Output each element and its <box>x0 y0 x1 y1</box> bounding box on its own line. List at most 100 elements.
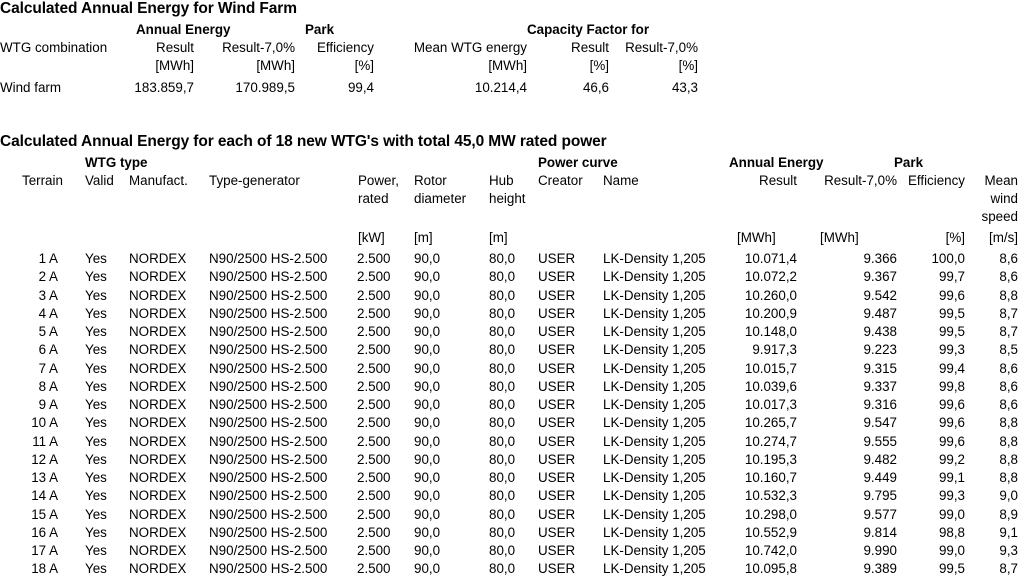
cell-power-rated: 2.500 <box>357 451 391 467</box>
cell-hub-height: 80,0 <box>489 415 516 431</box>
cell-park-efficiency: 99,6 <box>938 415 965 431</box>
cell-annual-energy-result: 10.039,6 <box>744 378 797 394</box>
column-unit-park-efficiency: [%] <box>945 230 965 245</box>
cell-name: LK-Density 1,205 <box>603 506 706 522</box>
cell-annual-energy-result-minus-7: 9.438 <box>863 324 897 339</box>
cell-annual-energy-result-minus-7: 9.542 <box>863 287 897 303</box>
cell-park-efficiency: 99,6 <box>938 433 965 449</box>
cell-manufact: NORDEX <box>129 251 187 266</box>
cell-manufact: NORDEX <box>129 269 187 285</box>
cell-park-efficiency: 99,8 <box>938 378 965 394</box>
cell-manufact: NORDEX <box>129 305 187 321</box>
cell-power-rated: 2.500 <box>357 269 391 285</box>
column-unit-mean-wind-speed: [m/s] <box>988 230 1018 245</box>
cell-manufact: NORDEX <box>129 342 187 358</box>
column-header-mean-wind-speed-line2: wind <box>990 191 1018 206</box>
cell-creator: USER <box>538 397 576 412</box>
table-row: 8 A Yes NORDEX N90/2500 HS-2.500 2.500 90,0 80… <box>0 379 1024 397</box>
column-header-manufact: Manufact. <box>129 173 188 188</box>
cell-park-efficiency: 100,0 <box>931 251 965 266</box>
cell-rotor-diameter: 90,0 <box>414 451 441 467</box>
cell-manufact: NORDEX <box>129 524 187 540</box>
cell-terrain: 8 A <box>38 378 58 394</box>
column-header-park-efficiency: Efficiency <box>907 173 965 188</box>
cell-park-efficiency: 98,8 <box>938 524 965 540</box>
column-header-name: Name <box>603 173 639 188</box>
cell-manufact: NORDEX <box>129 415 187 431</box>
cell-mean-wind-speed: 8,6 <box>999 251 1018 266</box>
cell-type-generator: N90/2500 HS-2.500 <box>209 543 328 558</box>
cell-power-rated: 2.500 <box>357 561 391 577</box>
cell-annual-energy-result-minus-7: 9.487 <box>863 305 897 321</box>
cell-valid: Yes <box>85 251 107 266</box>
column-header-rotor-diameter: Rotor <box>414 173 447 188</box>
cell-manufact: NORDEX <box>129 451 187 467</box>
cell-type-generator: N90/2500 HS-2.500 <box>209 506 328 522</box>
table-row: 5 A Yes NORDEX N90/2500 HS-2.500 2.500 90,0 80… <box>0 324 1024 342</box>
table-row: 18 A Yes NORDEX N90/2500 HS-2.500 2.500 90,0 8… <box>0 561 1024 579</box>
cell-hub-height: 80,0 <box>489 451 516 467</box>
cell-hub-height: 80,0 <box>489 360 516 376</box>
cell-park-efficiency: 99,7 <box>938 269 965 285</box>
column-header-annual-energy-result-minus-7: Result-7,0% <box>824 173 897 188</box>
cell-terrain: 2 A <box>38 269 58 285</box>
cell-park-efficiency: 99,1 <box>938 470 965 485</box>
cell-annual-energy-result: 10.072,2 <box>744 269 797 285</box>
cell-annual-energy-result: 10.742,0 <box>744 543 797 558</box>
group-header-power-curve: Power curve <box>538 155 618 170</box>
cell-annual-energy-result-minus-7: 9.337 <box>863 378 897 394</box>
cell-creator: USER <box>538 415 576 431</box>
cell-hub-height: 80,0 <box>489 342 516 358</box>
column-header-hub-height-line2: height <box>489 191 526 206</box>
cell-hub-height: 80,0 <box>489 488 516 504</box>
table-row: 16 A Yes NORDEX N90/2500 HS-2.500 2.500 90,0 8… <box>0 525 1024 543</box>
cell-rotor-diameter: 90,0 <box>414 561 441 577</box>
cell-annual-energy-result: 10.095,8 <box>744 561 797 577</box>
cell-hub-height: 80,0 <box>489 543 516 558</box>
cell-rotor-diameter: 90,0 <box>414 397 441 412</box>
cell-hub-height: 80,0 <box>489 470 516 485</box>
cell-annual-energy-result: 10.552,9 <box>744 524 797 540</box>
table-row: 2 A Yes NORDEX N90/2500 HS-2.500 2.500 90,0 80… <box>0 269 1024 287</box>
cell-creator: USER <box>538 524 576 540</box>
table-row: 14 A Yes NORDEX N90/2500 HS-2.500 2.500 90,0 8… <box>0 488 1024 506</box>
cell-valid: Yes <box>85 470 107 485</box>
cell-type-generator: N90/2500 HS-2.500 <box>209 433 328 449</box>
cell-rotor-diameter: 90,0 <box>414 324 441 339</box>
cell-creator: USER <box>538 488 576 504</box>
cell-type-generator: N90/2500 HS-2.500 <box>209 470 328 485</box>
cell-type-generator: N90/2500 HS-2.500 <box>209 324 328 339</box>
cell-mean-wind-speed: 8,6 <box>999 378 1018 394</box>
cell-manufact: NORDEX <box>129 506 187 522</box>
cell-mean-wind-speed: 8,8 <box>999 433 1018 449</box>
cell-rotor-diameter: 90,0 <box>414 470 441 485</box>
cell-power-rated: 2.500 <box>357 287 391 303</box>
cell-creator: USER <box>538 506 576 522</box>
table-row: 9 A Yes NORDEX N90/2500 HS-2.500 2.500 90,0 80… <box>0 397 1024 415</box>
cell-mean-wind-speed: 8,7 <box>999 305 1018 321</box>
cell-type-generator: N90/2500 HS-2.500 <box>209 360 328 376</box>
cell-rotor-diameter: 90,0 <box>414 506 441 522</box>
cell-name: LK-Density 1,205 <box>603 324 706 339</box>
cell-hub-height: 80,0 <box>489 561 516 577</box>
cell-park-efficiency: 99,0 <box>938 506 965 522</box>
column-header-terrain: Terrain <box>22 173 63 188</box>
cell-rotor-diameter: 90,0 <box>414 543 441 558</box>
cell-mean-wind-speed: 8,5 <box>999 342 1018 358</box>
cell-manufact: NORDEX <box>129 378 187 394</box>
cell-terrain: 15 A <box>31 506 58 522</box>
cell-rotor-diameter: 90,0 <box>414 342 441 358</box>
cell-name: LK-Density 1,205 <box>603 415 706 431</box>
cell-creator: USER <box>538 433 576 449</box>
cell-manufact: NORDEX <box>129 287 187 303</box>
report-page: Calculated Annual Energy for Wind Farm A… <box>0 0 1024 587</box>
cell-type-generator: N90/2500 HS-2.500 <box>209 488 328 504</box>
cell-creator: USER <box>538 470 576 485</box>
cell-hub-height: 80,0 <box>489 324 516 339</box>
cell-terrain: 18 A <box>31 561 58 577</box>
cell-power-rated: 2.500 <box>357 506 391 522</box>
cell-valid: Yes <box>85 324 107 339</box>
table-row: 6 A Yes NORDEX N90/2500 HS-2.500 2.500 90,0 80… <box>0 342 1024 360</box>
cell-annual-energy-result-minus-7: 9.449 <box>863 470 897 485</box>
cell-name: LK-Density 1,205 <box>603 397 706 412</box>
